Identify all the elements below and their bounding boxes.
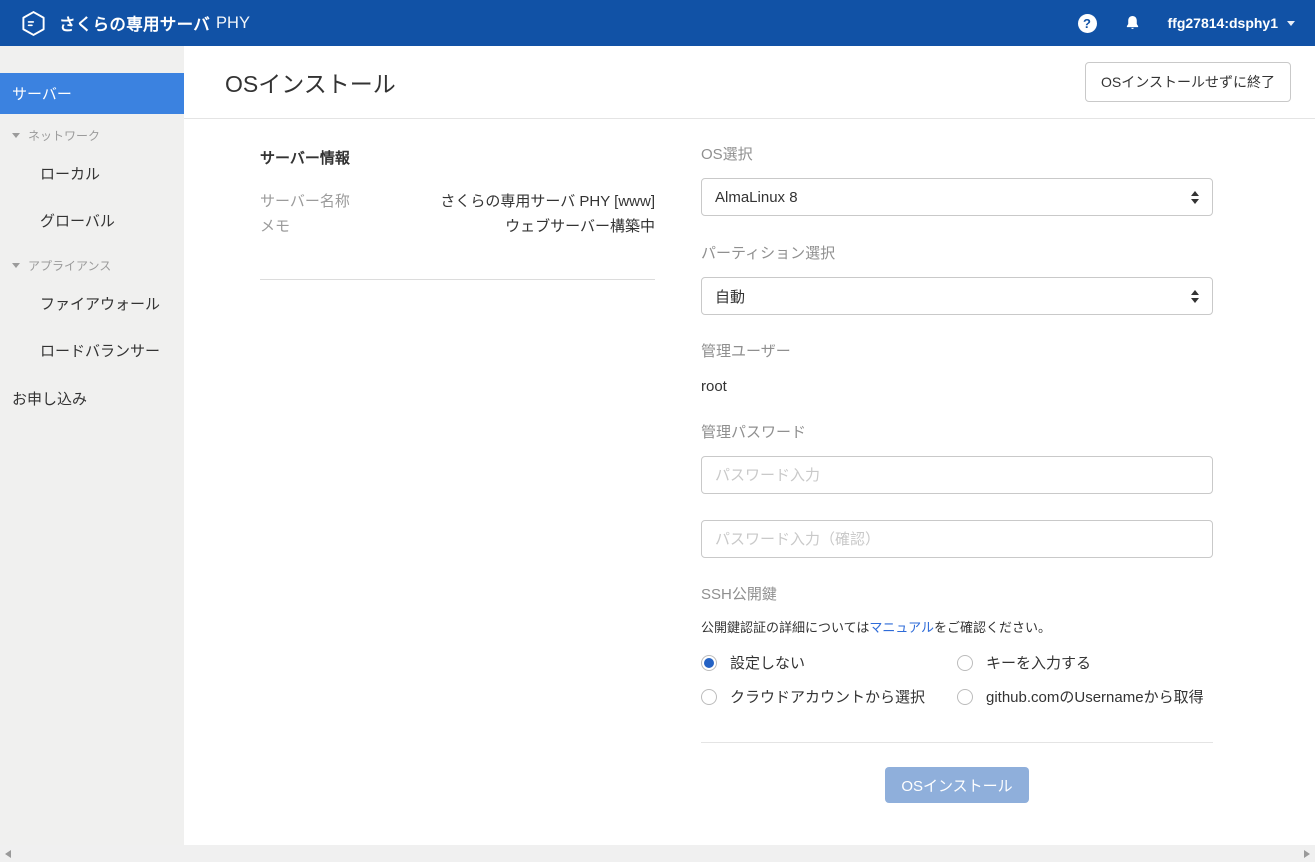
sidebar-section-appliance[interactable]: アプライアンス — [0, 244, 184, 280]
brand-title: さくらの専用サーバ — [59, 11, 210, 35]
page-title: OSインストール — [225, 65, 396, 99]
admin-user-label: 管理ユーザー — [701, 344, 1213, 359]
radio-label: github.comのUsernameから取得 — [986, 686, 1204, 707]
radio-unselected-icon — [957, 689, 973, 705]
radio-label: 設定しない — [730, 652, 805, 673]
brand-logo-icon — [20, 10, 47, 37]
sidebar-section-label: アプライアンス — [28, 257, 111, 274]
horizontal-scrollbar[interactable] — [0, 845, 1315, 862]
memo-value: ウェブサーバー構築中 — [505, 214, 655, 239]
server-info-panel: サーバー情報 サーバー名称 さくらの専用サーバ PHY [www] メモ ウェブ… — [260, 147, 655, 803]
sidebar-item-server[interactable]: サーバー — [0, 73, 184, 114]
triangle-down-icon — [12, 133, 20, 138]
ssh-note-prefix: 公開鍵認証の詳細については — [701, 620, 869, 635]
up-down-arrows-icon — [1191, 191, 1199, 204]
triangle-down-icon — [12, 263, 20, 268]
manual-link[interactable]: マニュアル — [869, 620, 934, 635]
sidebar-section-network[interactable]: ネットワーク — [0, 114, 184, 150]
radio-unselected-icon — [701, 689, 717, 705]
bell-icon[interactable] — [1123, 14, 1142, 33]
radio-label: キーを入力する — [986, 652, 1091, 673]
radio-selected-icon — [701, 655, 717, 671]
ssh-key-note: 公開鍵認証の詳細についてはマニュアルをご確認ください。 — [701, 620, 1213, 635]
sidebar-item-firewall[interactable]: ファイアウォール — [0, 280, 184, 327]
partition-select-value: 自動 — [715, 286, 745, 307]
sidebar-item-global[interactable]: グローバル — [0, 197, 184, 244]
sidebar-item-loadbalancer[interactable]: ロードバランサー — [0, 327, 184, 374]
main-panel: OSインストール OSインストールせずに終了 サーバー情報 サーバー名称 さくら… — [184, 46, 1315, 845]
divider — [260, 279, 655, 280]
memo-label: メモ — [260, 214, 290, 239]
ssh-note-suffix: をご確認ください。 — [934, 620, 1051, 635]
page: さくらの専用サーバ PHY ? ffg27814:dsphy1 サーバー ネット… — [0, 0, 1315, 862]
radio-github-username[interactable]: github.comのUsernameから取得 — [957, 686, 1213, 707]
os-select[interactable]: AlmaLinux 8 — [701, 178, 1213, 216]
radio-label: クラウドアカウントから選択 — [730, 686, 925, 707]
sidebar-item-local[interactable]: ローカル — [0, 150, 184, 197]
ssh-key-options: 設定しない キーを入力する クラウドアカウントから選択 github. — [701, 652, 1213, 707]
password-input[interactable] — [701, 456, 1213, 494]
os-install-form: OS選択 AlmaLinux 8 パーティション選択 自動 管理ユーザー roo… — [701, 147, 1213, 803]
os-select-value: AlmaLinux 8 — [715, 189, 798, 206]
partition-select[interactable]: 自動 — [701, 277, 1213, 315]
radio-enter-key[interactable]: キーを入力する — [957, 652, 1213, 673]
radio-no-key[interactable]: 設定しない — [701, 652, 957, 673]
ssh-key-label: SSH公開鍵 — [701, 587, 1213, 602]
scroll-right-icon[interactable] — [1304, 850, 1310, 858]
radio-unselected-icon — [957, 655, 973, 671]
help-icon[interactable]: ? — [1078, 14, 1097, 33]
admin-password-label: 管理パスワード — [701, 425, 1213, 440]
sidebar: サーバー ネットワーク ローカル グローバル アプライアンス ファイアウォール … — [0, 46, 184, 845]
sidebar-section-label: ネットワーク — [28, 127, 100, 144]
divider — [701, 742, 1213, 743]
password-confirm-input[interactable] — [701, 520, 1213, 558]
up-down-arrows-icon — [1191, 290, 1199, 303]
server-name-label: サーバー名称 — [260, 189, 350, 214]
page-header: OSインストール OSインストールせずに終了 — [184, 46, 1315, 119]
os-install-button[interactable]: OSインストール — [885, 767, 1028, 803]
account-name: ffg27814:dsphy1 — [1168, 15, 1278, 31]
server-name-value: さくらの専用サーバ PHY [www] — [440, 189, 655, 214]
os-select-label: OS選択 — [701, 147, 1213, 162]
account-menu[interactable]: ffg27814:dsphy1 — [1168, 15, 1295, 31]
server-info-row: サーバー名称 さくらの専用サーバ PHY [www] — [260, 189, 655, 214]
caret-down-icon — [1287, 21, 1295, 26]
server-info-title: サーバー情報 — [260, 147, 655, 168]
admin-user-value: root — [701, 379, 1213, 394]
radio-cloud-account[interactable]: クラウドアカウントから選択 — [701, 686, 957, 707]
topbar: さくらの専用サーバ PHY ? ffg27814:dsphy1 — [0, 0, 1315, 46]
partition-select-label: パーティション選択 — [701, 246, 1213, 261]
scroll-left-icon[interactable] — [5, 850, 11, 858]
server-info-row: メモ ウェブサーバー構築中 — [260, 214, 655, 239]
brand-suffix: PHY — [216, 14, 250, 33]
exit-without-install-button[interactable]: OSインストールせずに終了 — [1085, 62, 1291, 102]
sidebar-item-order[interactable]: お申し込み — [0, 374, 184, 423]
